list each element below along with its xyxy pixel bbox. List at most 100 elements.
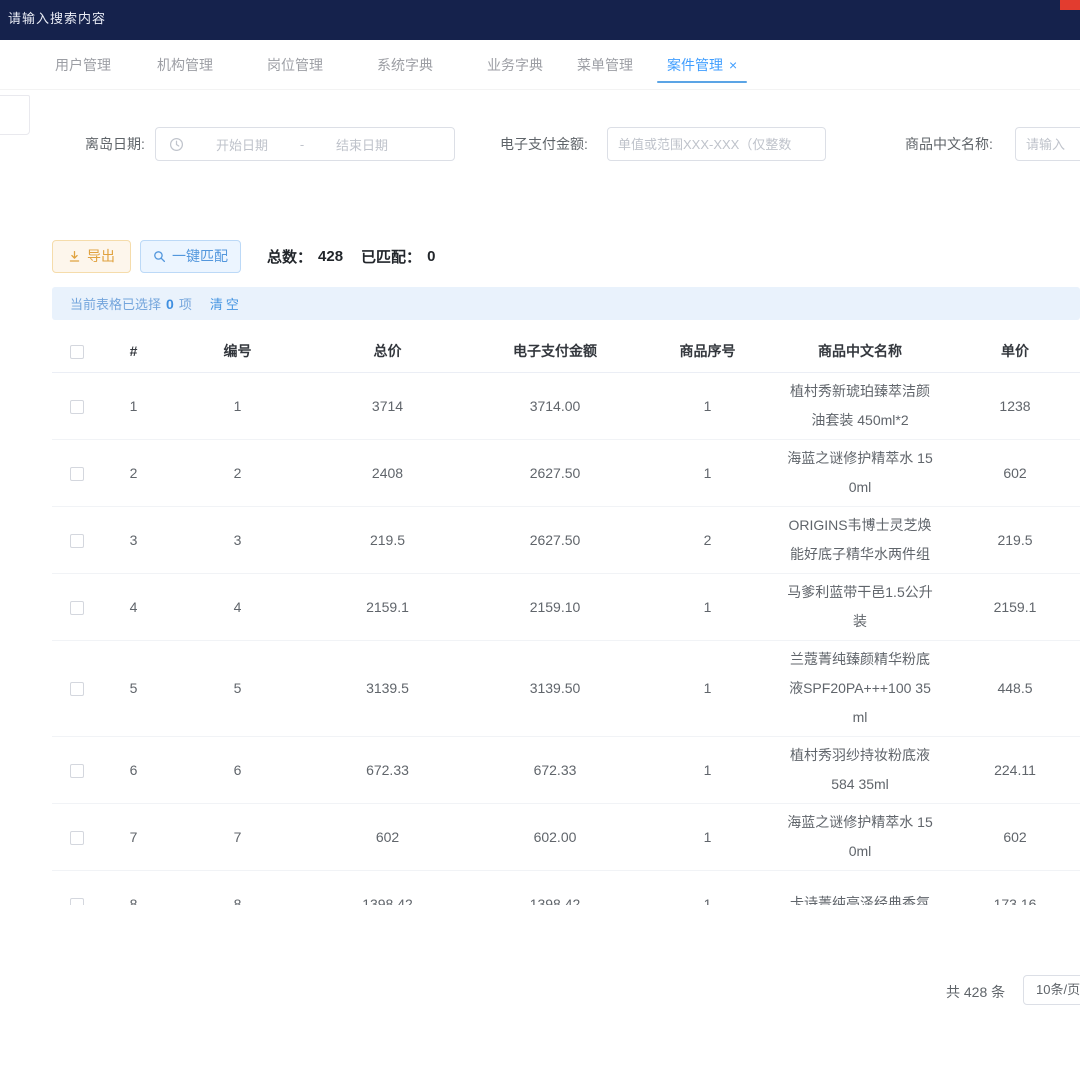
table-row[interactable]: 4 4 2159.1 2159.10 1 马爹利蓝带干邑1.5公升装 2159.… <box>52 573 1080 640</box>
filter-row: 离岛日期: 开始日期 - 结束日期 电子支付金额: 商品中文名称: <box>0 127 1080 163</box>
table-row[interactable]: 7 7 602 602.00 1 海蓝之谜修护精萃水 150ml 602 <box>52 803 1080 870</box>
page-size-select[interactable]: 10条/页 <box>1023 975 1080 1005</box>
selection-suffix: 项 <box>179 294 193 313</box>
export-button-label: 导出 <box>87 246 115 266</box>
cell-seq: 2 <box>645 506 770 573</box>
tab-post-management[interactable]: 岗位管理 <box>267 40 323 89</box>
cell-epay: 2627.50 <box>465 439 645 506</box>
top-header-bar: 请输入搜索内容 <box>0 0 1080 40</box>
date-range-separator: - <box>292 137 312 152</box>
cell-epay: 1398.42 <box>465 870 645 905</box>
cell-epay: 672.33 <box>465 736 645 803</box>
table-row[interactable]: 2 2 2408 2627.50 1 海蓝之谜修护精萃水 150ml 602 <box>52 439 1080 506</box>
cell-code: 6 <box>165 736 310 803</box>
cell-index: 2 <box>102 439 165 506</box>
global-search-input[interactable]: 请输入搜索内容 <box>8 8 106 27</box>
tab-case-management-label: 案件管理 <box>667 55 723 75</box>
cell-name: 卡诗菁纯亮泽经典香氛 <box>770 870 950 905</box>
table-row[interactable]: 5 5 3139.5 3139.50 1 兰蔻菁纯臻颜精华粉底液SPF20PA+… <box>52 640 1080 736</box>
cell-index: 8 <box>102 870 165 905</box>
clear-selection-link[interactable]: 清空 <box>210 294 242 313</box>
cell-epay: 3714.00 <box>465 372 645 439</box>
export-button[interactable]: 导出 <box>52 240 131 273</box>
cell-seq: 1 <box>645 439 770 506</box>
row-checkbox[interactable] <box>70 764 84 778</box>
cell-index: 5 <box>102 640 165 736</box>
product-name-input[interactable] <box>1015 127 1080 161</box>
close-icon[interactable]: × <box>729 58 737 72</box>
cell-unit: 224.11 <box>950 736 1080 803</box>
cell-seq: 1 <box>645 870 770 905</box>
total-value: 428 <box>318 248 343 265</box>
cell-seq: 1 <box>645 803 770 870</box>
table-row[interactable]: 8 8 1398.42 1398.42 1 卡诗菁纯亮泽经典香氛 173.16 <box>52 870 1080 905</box>
row-checkbox[interactable] <box>70 898 84 905</box>
cell-epay: 2159.10 <box>465 573 645 640</box>
cell-unit: 1238 <box>950 372 1080 439</box>
col-header-index: # <box>102 330 165 372</box>
cell-index: 7 <box>102 803 165 870</box>
col-header-unit: 单价 <box>950 330 1080 372</box>
date-range-picker[interactable]: 开始日期 - 结束日期 <box>155 127 455 161</box>
table-row[interactable]: 1 1 3714 3714.00 1 植村秀新琥珀臻萃洁颜油套装 450ml*2… <box>52 372 1080 439</box>
tab-bar: 用户管理 机构管理 岗位管理 系统字典 业务字典 菜单管理 案件管理 × <box>0 40 1080 90</box>
date-filter-label: 离岛日期: <box>85 127 145 161</box>
col-header-epay: 电子支付金额 <box>465 330 645 372</box>
matched-value: 0 <box>427 248 435 265</box>
col-header-code: 编号 <box>165 330 310 372</box>
row-checkbox[interactable] <box>70 831 84 845</box>
col-header-name: 商品中文名称 <box>770 330 950 372</box>
one-key-match-label: 一键匹配 <box>172 246 228 266</box>
epay-amount-input[interactable] <box>607 127 826 161</box>
cell-total: 672.33 <box>310 736 465 803</box>
header-red-badge <box>1060 0 1080 10</box>
table-header-row: # 编号 总价 电子支付金额 商品序号 商品中文名称 单价 <box>52 330 1080 372</box>
cell-name: 马爹利蓝带干邑1.5公升装 <box>770 573 950 640</box>
table-row[interactable]: 6 6 672.33 672.33 1 植村秀羽纱持妆粉底液 584 35ml … <box>52 736 1080 803</box>
cell-seq: 1 <box>645 372 770 439</box>
cell-code: 8 <box>165 870 310 905</box>
tab-org-management[interactable]: 机构管理 <box>157 40 213 89</box>
row-checkbox[interactable] <box>70 400 84 414</box>
col-header-total: 总价 <box>310 330 465 372</box>
cell-code: 4 <box>165 573 310 640</box>
tab-user-management[interactable]: 用户管理 <box>55 40 111 89</box>
total-label: 总数： <box>267 246 312 267</box>
end-date-input[interactable]: 结束日期 <box>312 135 412 154</box>
clock-icon <box>169 137 184 152</box>
selection-prefix: 当前表格已选择 <box>70 294 161 313</box>
one-key-match-button[interactable]: 一键匹配 <box>140 240 241 273</box>
selection-info-bar: 当前表格已选择 0 项 清空 <box>52 287 1080 320</box>
cell-code: 5 <box>165 640 310 736</box>
select-all-checkbox[interactable] <box>70 345 84 359</box>
matched-label: 已匹配： <box>361 246 421 267</box>
cell-epay: 2627.50 <box>465 506 645 573</box>
cell-unit: 219.5 <box>950 506 1080 573</box>
tab-case-management[interactable]: 案件管理 × <box>667 40 737 89</box>
row-checkbox[interactable] <box>70 682 84 696</box>
cell-total: 2408 <box>310 439 465 506</box>
cell-unit: 173.16 <box>950 870 1080 905</box>
cell-name: 植村秀羽纱持妆粉底液 584 35ml <box>770 736 950 803</box>
cell-index: 1 <box>102 372 165 439</box>
search-icon <box>153 250 166 263</box>
cell-name: 植村秀新琥珀臻萃洁颜油套装 450ml*2 <box>770 372 950 439</box>
cell-code: 3 <box>165 506 310 573</box>
table-row[interactable]: 3 3 219.5 2627.50 2 ORIGINS韦博士灵芝焕能好底子精华水… <box>52 506 1080 573</box>
selection-count: 0 <box>166 296 174 312</box>
row-checkbox[interactable] <box>70 601 84 615</box>
cell-index: 6 <box>102 736 165 803</box>
cell-name: 海蓝之谜修护精萃水 150ml <box>770 803 950 870</box>
cell-seq: 1 <box>645 640 770 736</box>
row-checkbox[interactable] <box>70 467 84 481</box>
row-checkbox[interactable] <box>70 534 84 548</box>
cell-total: 1398.42 <box>310 870 465 905</box>
col-header-seq: 商品序号 <box>645 330 770 372</box>
start-date-input[interactable]: 开始日期 <box>192 135 292 154</box>
tab-business-dict[interactable]: 业务字典 <box>487 40 543 89</box>
pagination-total: 共 428 条 <box>946 982 1005 1002</box>
tab-menu-management[interactable]: 菜单管理 <box>577 40 633 89</box>
download-icon <box>68 250 81 263</box>
tab-system-dict[interactable]: 系统字典 <box>377 40 433 89</box>
cell-total: 219.5 <box>310 506 465 573</box>
